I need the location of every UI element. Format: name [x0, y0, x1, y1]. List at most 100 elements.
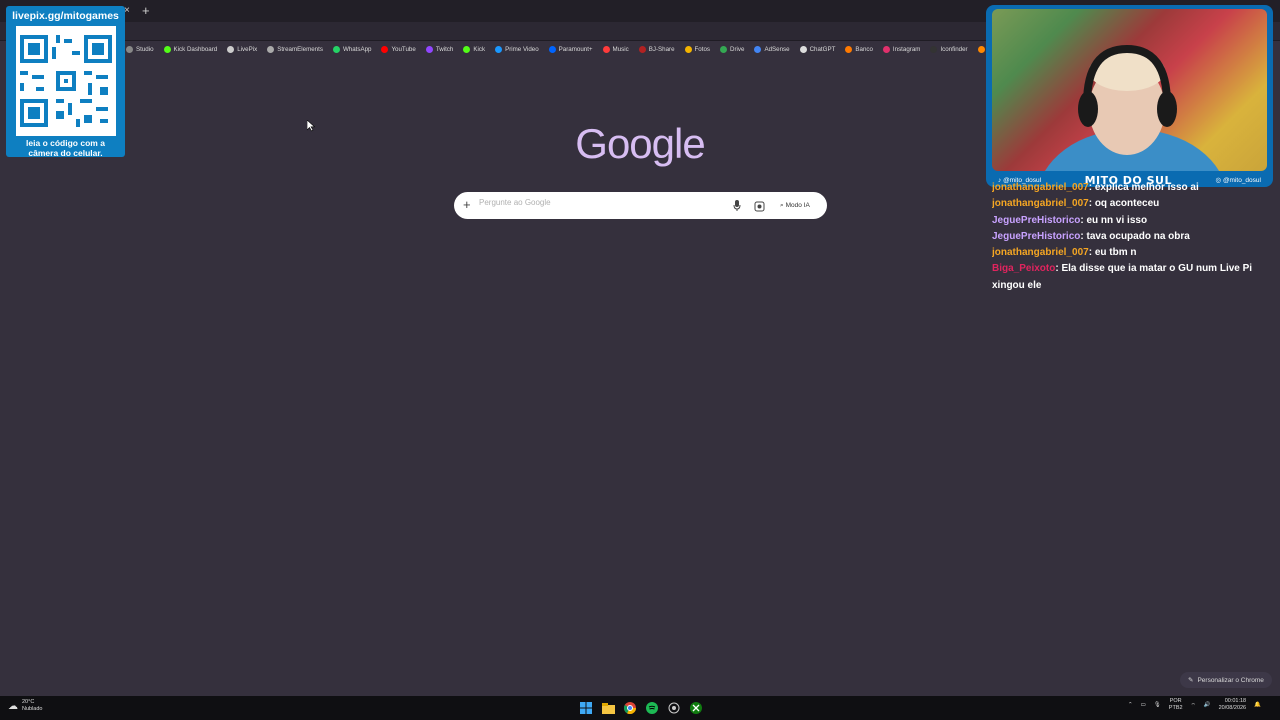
language-indicator[interactable]: POR PTB2	[1169, 698, 1183, 712]
bookmark-favicon-icon	[638, 46, 646, 53]
bookmark-item[interactable]: Kick Dashboard	[163, 46, 217, 53]
bookmark-item[interactable]: BJ-Share	[638, 46, 675, 53]
chat-message: JeguePreHistorico: eu nn vi isso	[992, 213, 1280, 229]
bookmark-favicon-icon	[381, 46, 389, 53]
bookmark-item[interactable]: StreamElements	[267, 46, 323, 53]
settings-icon[interactable]	[666, 700, 682, 716]
qr-code	[16, 26, 116, 136]
bookmark-item[interactable]: Twitch	[425, 46, 453, 53]
google-logo: Google	[575, 120, 705, 167]
volume-icon[interactable]: 🔊	[1204, 702, 1211, 708]
chat-message: JeguePreHistorico: tava ocupado na obra	[992, 229, 1280, 245]
bookmark-label: Music	[612, 46, 629, 53]
chat-username: JeguePreHistorico	[992, 230, 1081, 242]
streamer-image	[1044, 44, 1220, 171]
bookmark-item[interactable]: Instagram	[882, 46, 921, 53]
bookmark-favicon-icon	[425, 46, 433, 53]
chat-text: tava ocupado na obra	[1086, 230, 1190, 242]
taskbar: ☁ 20°C Nublado ⌃ ▭ 🎙 POR PTB2 ⌔ 🔊 00:01:…	[0, 696, 1280, 720]
qr-caption: leia o código com a câmera do celular.	[6, 138, 125, 158]
search-box[interactable]: + ⌕ Modo IA	[454, 192, 827, 219]
bookmark-item[interactable]: Kick	[463, 46, 485, 53]
bookmark-item[interactable]: Iconfinder	[930, 46, 968, 53]
chat-message: jonathangabriel_007: eu tbm n	[992, 245, 1280, 261]
chrome-icon[interactable]	[622, 700, 638, 716]
bookmark-item[interactable]: WhatsApp	[332, 46, 372, 53]
bookmark-item[interactable]: Drive	[720, 46, 744, 53]
bookmark-favicon-icon	[602, 46, 610, 53]
cloud-icon: ☁	[8, 700, 18, 712]
qr-overlay: livepix.gg/mitogames leia o código com a…	[6, 6, 125, 158]
chat-text: oq aconteceu	[1094, 198, 1160, 210]
bookmark-label: Banco	[855, 46, 873, 53]
bookmark-favicon-icon	[163, 46, 171, 53]
bookmark-item[interactable]: ChatGPT	[799, 46, 835, 53]
bookmark-item[interactable]: Prime Video	[495, 46, 539, 53]
chat-overlay: jonathangabriel_007: explica melhor isso…	[992, 180, 1280, 294]
search-input[interactable]	[479, 198, 729, 207]
bookmark-item[interactable]: Fotos	[684, 46, 710, 53]
qr-caption-line-1: leia o código com a	[26, 138, 105, 148]
bookmark-favicon-icon	[720, 46, 727, 53]
chevron-up-icon[interactable]: ⌃	[1128, 702, 1133, 708]
time: 00:01:18	[1224, 698, 1247, 704]
chat-message: jonathangabriel_007: explica melhor isso…	[992, 180, 1280, 196]
webcam-overlay: ♪ @mito_dosul MITO DO SUL ◎ @mito_dosul	[986, 5, 1273, 187]
clock[interactable]: 00:01:18 20/08/2026	[1219, 698, 1247, 712]
network-tray-icon[interactable]: ▭	[1141, 702, 1146, 708]
microphone-tray-icon[interactable]: 🎙	[1154, 702, 1161, 708]
bookmark-label: WhatsApp	[342, 46, 372, 53]
temperature: 20°C	[22, 699, 35, 705]
chat-message: Biga_Peixoto: Ela disse que ia matar o G…	[992, 261, 1280, 294]
chat-message: jonathangabriel_007: oq aconteceu	[992, 196, 1280, 212]
bookmark-label: Studio	[136, 46, 154, 53]
webcam-feed	[992, 9, 1267, 171]
customize-chrome-button[interactable]: ✎ Personalizar o Chrome	[1180, 672, 1272, 688]
bookmark-item[interactable]: Banco	[845, 46, 873, 53]
bookmark-label: Drive	[730, 46, 745, 53]
bookmark-item[interactable]: YouTube	[381, 46, 416, 53]
bookmark-label: YouTube	[391, 46, 416, 53]
chat-username: jonathangabriel_007	[992, 247, 1089, 259]
bookmark-label: AdSense	[764, 46, 790, 53]
chat-text: eu nn vi isso	[1086, 214, 1148, 226]
bookmark-favicon-icon	[845, 46, 853, 53]
qr-title: livepix.gg/mitogames	[12, 10, 119, 22]
mouse-cursor	[307, 120, 315, 132]
bookmark-item[interactable]: LivePix	[227, 46, 257, 53]
chat-username: JeguePreHistorico	[992, 214, 1081, 226]
lens-icon[interactable]	[754, 199, 765, 217]
bookmark-favicon-icon	[227, 46, 235, 53]
chat-username: jonathangabriel_007	[992, 182, 1089, 193]
bookmark-label: Fotos	[694, 46, 710, 53]
chat-text: explica melhor isso ai	[1094, 182, 1199, 193]
plus-icon[interactable]: +	[463, 197, 471, 212]
bookmark-item[interactable]: Studio	[126, 46, 154, 53]
ai-mode-button[interactable]: ⌕ Modo IA	[774, 198, 816, 213]
bookmark-label: LivePix	[237, 46, 258, 53]
bookmark-item[interactable]: Music	[602, 46, 629, 53]
xbox-icon[interactable]	[688, 700, 704, 716]
pencil-icon: ✎	[1188, 677, 1194, 684]
chat-username: jonathangabriel_007	[992, 198, 1089, 210]
file-explorer-icon[interactable]	[600, 700, 616, 716]
bookmark-favicon-icon	[495, 46, 503, 53]
taskbar-apps	[578, 700, 704, 716]
bookmark-item[interactable]: Paramount+	[548, 46, 593, 53]
weather-widget[interactable]: ☁ 20°C Nublado	[8, 699, 43, 713]
bookmark-favicon-icon	[882, 46, 890, 53]
spotify-icon[interactable]	[644, 700, 660, 716]
bookmark-favicon-icon	[126, 46, 133, 53]
bookmark-favicon-icon	[684, 46, 692, 53]
wifi-icon[interactable]: ⌔	[1191, 702, 1196, 709]
bookmark-item[interactable]: AdSense	[754, 46, 790, 53]
notification-icon[interactable]: 🔔	[1254, 702, 1261, 708]
microphone-icon[interactable]	[733, 199, 741, 217]
bookmark-label: Instagram	[892, 46, 921, 53]
bookmark-label: Kick	[473, 46, 486, 53]
system-tray: ⌃ ▭ 🎙 POR PTB2 ⌔ 🔊 00:01:18 20/08/2026 🔔	[1128, 698, 1261, 712]
windows-start-icon[interactable]	[578, 700, 594, 716]
bookmark-label: Paramount+	[558, 46, 593, 53]
bookmark-favicon-icon	[548, 46, 556, 53]
new-tab-button[interactable]: +	[142, 3, 150, 18]
